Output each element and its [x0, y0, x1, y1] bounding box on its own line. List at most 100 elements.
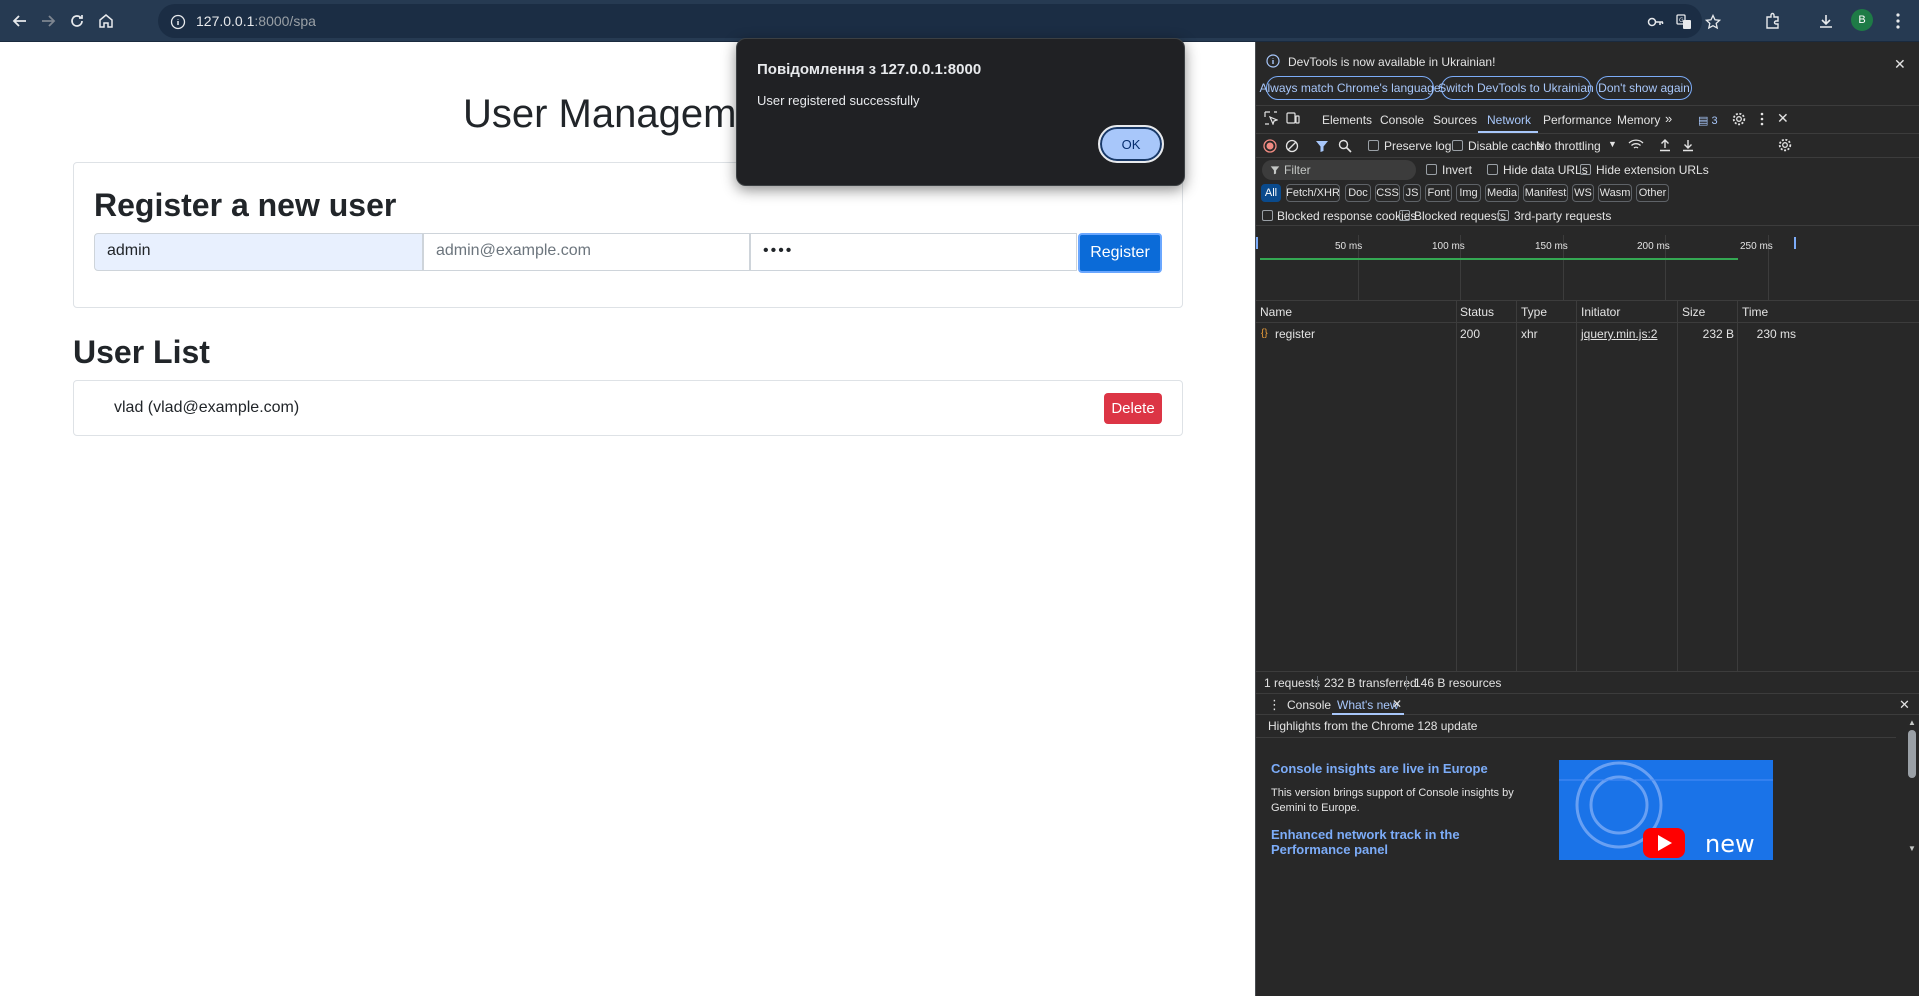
summary-divider — [1317, 676, 1318, 690]
device-toolbar-icon[interactable] — [1286, 111, 1300, 128]
drawer-tab-console[interactable]: Console — [1287, 698, 1331, 712]
column-name[interactable]: Name — [1260, 305, 1292, 319]
password-key-icon[interactable] — [1646, 12, 1666, 32]
import-har-icon[interactable] — [1658, 138, 1672, 155]
close-icon[interactable]: ✕ — [1894, 56, 1906, 73]
type-filter-ws[interactable]: WS — [1572, 184, 1594, 202]
tab-elements[interactable]: Elements — [1322, 113, 1372, 127]
whats-new-item-title[interactable]: Console insights are live in Europe — [1271, 761, 1488, 776]
type-filter-img[interactable]: Img — [1456, 184, 1481, 202]
match-language-button[interactable]: Always match Chrome's language — [1259, 76, 1441, 100]
download-icon[interactable] — [1814, 9, 1838, 33]
svg-text:G: G — [1679, 17, 1684, 24]
close-tab-icon[interactable]: ✕ — [1392, 697, 1402, 711]
password-input[interactable]: •••• — [750, 233, 1077, 271]
type-filter-fetch-xhr[interactable]: Fetch/XHR — [1286, 184, 1340, 202]
home-icon[interactable] — [94, 9, 118, 33]
type-filter-manifest[interactable]: Manifest — [1523, 184, 1568, 202]
search-icon[interactable] — [1338, 139, 1352, 156]
type-filter-media[interactable]: Media — [1485, 184, 1519, 202]
type-filter-css[interactable]: CSS — [1375, 184, 1400, 202]
scrollbar[interactable]: ▲ ▼ — [1907, 718, 1917, 988]
type-filter-wasm[interactable]: Wasm — [1598, 184, 1632, 202]
request-time: 230 ms — [1756, 327, 1796, 341]
whats-new-video-thumbnail[interactable]: new — [1559, 760, 1773, 860]
network-conditions-icon[interactable] — [1628, 138, 1644, 155]
column-type[interactable]: Type — [1521, 305, 1547, 319]
throttling-select[interactable]: No throttling — [1536, 139, 1601, 153]
extensions-icon[interactable] — [1761, 9, 1785, 33]
network-toolbar: Preserve log Disable cache No throttling… — [1256, 134, 1919, 158]
blocked-response-cookies-checkbox[interactable] — [1262, 210, 1273, 221]
tab-network[interactable]: Network — [1487, 113, 1531, 127]
network-overview-timeline[interactable]: 50 ms 100 ms 150 ms 200 ms 250 ms — [1256, 235, 1919, 301]
tab-performance[interactable]: Performance — [1543, 113, 1612, 127]
settings-gear-icon[interactable] — [1732, 112, 1746, 129]
delete-button[interactable]: Delete — [1104, 393, 1162, 424]
email-input[interactable]: admin@example.com — [423, 233, 750, 271]
register-button[interactable]: Register — [1078, 233, 1162, 273]
switch-to-ukrainian-button[interactable]: Switch DevTools to Ukrainian — [1438, 76, 1594, 100]
back-icon[interactable] — [8, 9, 32, 33]
disable-cache-checkbox[interactable] — [1452, 140, 1463, 151]
devtools-menu-icon[interactable] — [1760, 112, 1764, 129]
type-filter-font[interactable]: Font — [1425, 184, 1452, 202]
site-info-icon[interactable] — [168, 12, 188, 32]
disable-cache-label: Disable cache — [1468, 139, 1544, 153]
info-icon — [1266, 54, 1280, 71]
column-time[interactable]: Time — [1742, 305, 1768, 319]
scroll-up-icon[interactable]: ▲ — [1908, 718, 1916, 727]
issues-counter[interactable]: ▤ 3 — [1698, 114, 1718, 127]
clear-icon[interactable] — [1285, 139, 1299, 156]
forward-icon[interactable] — [36, 9, 60, 33]
drawer-tab-whats-new[interactable]: What's new — [1337, 698, 1399, 712]
scroll-down-icon[interactable]: ▼ — [1908, 844, 1916, 853]
hide-data-urls-checkbox[interactable] — [1487, 164, 1498, 175]
column-divider — [1516, 301, 1517, 671]
blocked-requests-checkbox[interactable] — [1399, 210, 1410, 221]
column-status[interactable]: Status — [1460, 305, 1494, 319]
timeline-left-handle[interactable] — [1256, 237, 1258, 249]
request-status: 200 — [1460, 327, 1481, 341]
request-initiator-link[interactable]: jquery.min.js:2 — [1581, 327, 1657, 341]
whats-new-item-title[interactable]: Enhanced network track in the Performanc… — [1271, 827, 1531, 857]
timeline-right-handle[interactable] — [1794, 237, 1796, 249]
type-filter-all[interactable]: All — [1261, 184, 1281, 202]
close-devtools-icon[interactable]: ✕ — [1777, 110, 1789, 127]
translate-icon[interactable]: G — [1674, 12, 1694, 32]
dont-show-again-button[interactable]: Don't show again — [1596, 76, 1692, 100]
third-party-requests-checkbox[interactable] — [1498, 210, 1509, 221]
reload-icon[interactable] — [65, 9, 89, 33]
timeline-tick-label: 100 ms — [1432, 241, 1465, 252]
more-tabs-icon[interactable]: » — [1665, 111, 1672, 126]
more-menu-icon[interactable] — [1886, 9, 1910, 33]
type-filter-other[interactable]: Other — [1636, 184, 1669, 202]
tab-console[interactable]: Console — [1380, 113, 1424, 127]
invert-checkbox[interactable] — [1426, 164, 1437, 175]
timeline-tick-label: 50 ms — [1335, 241, 1363, 252]
inspect-element-icon[interactable] — [1264, 111, 1279, 128]
close-drawer-icon[interactable]: ✕ — [1899, 697, 1910, 713]
type-filter-js[interactable]: JS — [1403, 184, 1421, 202]
table-row[interactable]: {} register 200 xhr jquery.min.js:2 232 … — [1256, 323, 1919, 345]
drawer-menu-icon[interactable]: ⋮ — [1268, 697, 1281, 713]
export-har-icon[interactable] — [1681, 138, 1695, 155]
type-filter-doc[interactable]: Doc — [1345, 184, 1371, 202]
record-icon[interactable] — [1263, 139, 1277, 156]
filter-funnel-icon[interactable] — [1315, 139, 1329, 156]
tab-sources[interactable]: Sources — [1433, 113, 1477, 127]
column-size[interactable]: Size — [1682, 305, 1705, 319]
network-settings-gear-icon[interactable] — [1778, 138, 1792, 155]
hide-extension-urls-checkbox[interactable] — [1580, 164, 1591, 175]
column-initiator[interactable]: Initiator — [1581, 305, 1620, 319]
preserve-log-checkbox[interactable] — [1368, 140, 1379, 151]
alert-ok-button[interactable]: OK — [1098, 125, 1164, 163]
username-input[interactable]: admin — [94, 233, 423, 271]
chevron-down-icon[interactable]: ▼ — [1608, 139, 1617, 149]
bookmark-star-icon[interactable] — [1703, 12, 1723, 32]
scrollbar-thumb[interactable] — [1908, 730, 1916, 778]
filter-input[interactable]: Filter — [1262, 160, 1416, 180]
tab-memory[interactable]: Memory — [1617, 113, 1660, 127]
profile-avatar[interactable]: B — [1851, 9, 1873, 31]
address-bar[interactable]: 127.0.0.1:8000/spa G — [158, 4, 1721, 38]
